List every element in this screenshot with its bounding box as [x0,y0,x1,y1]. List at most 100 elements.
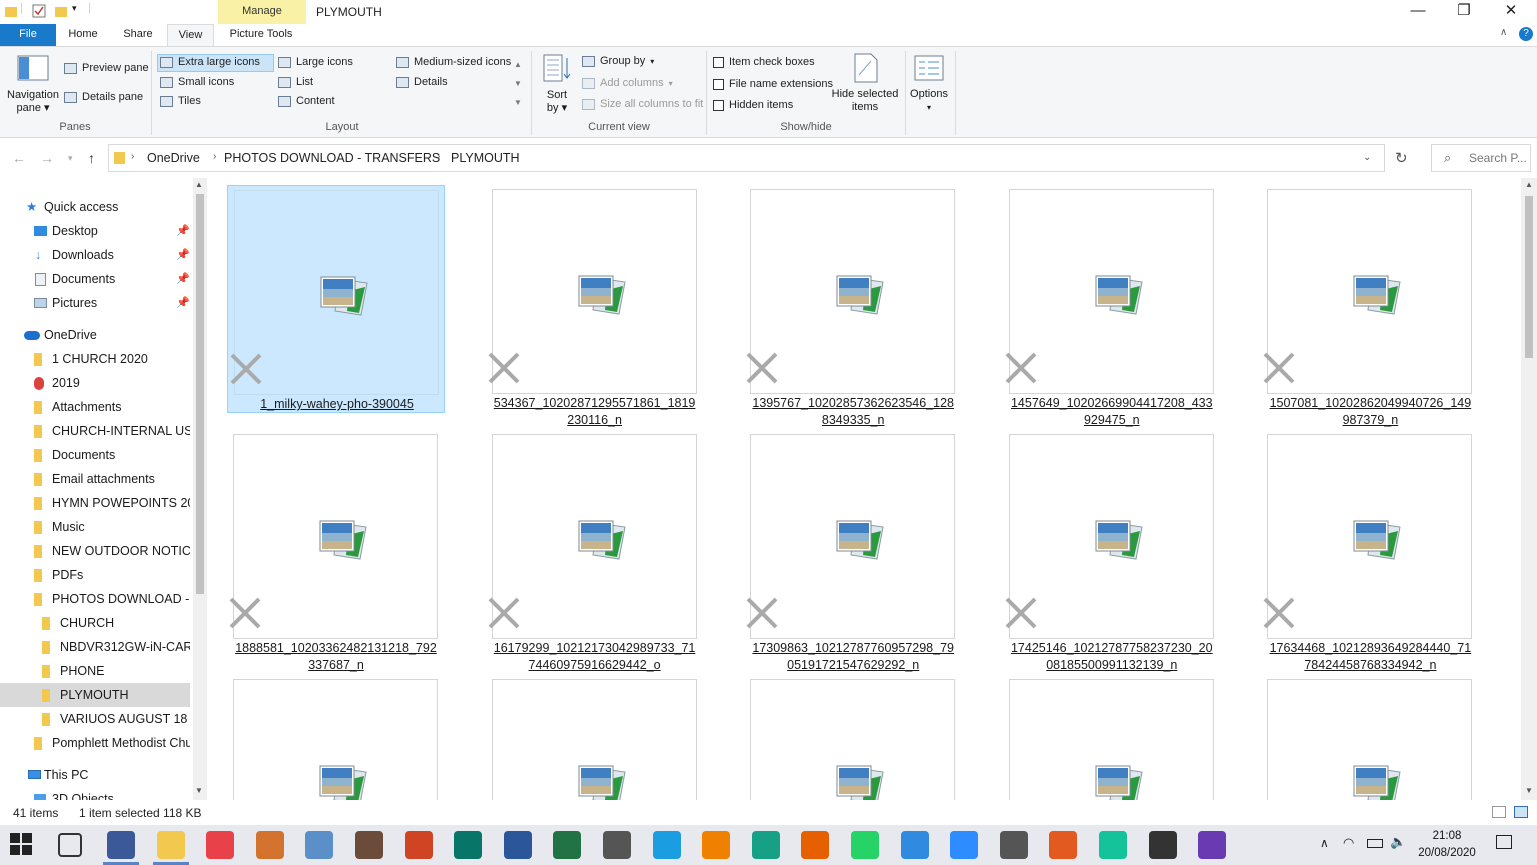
file-thumbnail[interactable] [234,190,439,395]
control-panel-icon[interactable] [305,831,334,859]
layout-extra-large-icons[interactable]: Extra large icons [160,56,260,68]
powerpoint-icon[interactable] [404,831,433,859]
notepad-icon[interactable] [603,831,631,859]
file-thumbnail[interactable] [1008,434,1214,639]
file-tile[interactable]: 1457649_10202669904417208_433 929475_n [1003,185,1221,427]
file-name[interactable]: 1457649_10202669904417208_433 929475_n [1003,395,1221,429]
back-arrow-icon[interactable]: ← [12,150,26,166]
file-thumbnail[interactable] [1267,434,1473,639]
phone-app-icon[interactable] [900,831,929,859]
sort-icon[interactable] [543,54,571,87]
onenote-icon[interactable] [1049,831,1078,859]
show-hidden-icons-icon[interactable]: ∧ [1320,836,1329,850]
help-icon[interactable]: ? [1519,27,1533,41]
file-tile[interactable] [744,675,962,800]
layout-tiles[interactable]: Tiles [160,95,201,107]
hide-selected-icon[interactable] [853,53,879,86]
pen-icon[interactable] [1198,831,1227,859]
tab-picture-tools[interactable]: Picture Tools [222,24,300,46]
file-name[interactable]: 1395767_10202857362623546_128 8349335_n [744,395,962,429]
vlc-icon[interactable] [702,831,731,859]
forward-arrow-icon[interactable]: → [40,150,54,166]
layout-content[interactable]: Content [278,95,335,107]
file-tile[interactable] [1261,675,1479,800]
sidebar-item-this-pc[interactable]: This PC [0,763,190,787]
options-button[interactable]: Options ▾ [906,88,952,114]
file-thumbnail[interactable] [1008,679,1214,800]
app-calendar-icon[interactable] [206,831,235,859]
address-box[interactable]: › OneDrive › PHOTOS DOWNLOAD - TRANSFERS… [108,144,1385,172]
file-thumbnail[interactable] [233,679,438,800]
edge-icon[interactable] [652,831,681,859]
item-check-boxes-toggle[interactable]: Item check boxes [713,56,815,68]
file-name-extensions-toggle[interactable]: File name extensions [713,78,833,90]
content-scroll-thumb[interactable] [1525,196,1533,358]
file-name[interactable]: 1888581_10203362482131218_792 337687_n [227,640,445,674]
sidebar-item-onedrive[interactable]: OneDrive [0,323,190,347]
restore-button[interactable]: ❐ [1441,0,1487,24]
navigation-pane-icon[interactable] [17,55,49,86]
app-icon[interactable] [1148,831,1177,859]
file-tile[interactable]: 1507081_10202862049940726_149 987379_n [1261,185,1479,427]
grammarly-icon[interactable] [1099,831,1127,859]
breadcrumb-photos-download[interactable]: PHOTOS DOWNLOAD - TRANSFERS [224,151,440,165]
wifi-icon[interactable]: ◠ [1343,835,1354,851]
layout-list[interactable]: List [278,76,313,88]
sidebar-item-folder[interactable]: CHURCH-INTERNAL USE [0,419,190,443]
sidebar-item-folder[interactable]: PHOTOS DOWNLOAD - T [0,587,190,611]
scroll-up-icon[interactable]: ▲ [195,180,203,189]
layout-small-icons[interactable]: Small icons [160,76,234,88]
sidebar-item-desktop[interactable]: Desktop 📌 [0,219,190,243]
layout-details[interactable]: Details [396,76,448,88]
hidden-items-checkbox[interactable] [713,99,724,111]
pin-icon[interactable]: 📌 [176,243,190,267]
layout-medium-icons[interactable]: Medium-sized icons [396,56,511,68]
navigation-pane-button[interactable]: Navigation pane ▾ [4,89,62,115]
breadcrumb-plymouth[interactable]: PLYMOUTH [451,151,520,165]
properties-icon[interactable] [32,4,46,18]
refresh-icon[interactable]: ↻ [1395,149,1408,167]
hidden-items-toggle[interactable]: Hidden items [713,99,793,111]
sidebar-scrollbar[interactable]: ▲ ▼ [193,178,207,800]
notifications-icon[interactable] [1496,835,1512,849]
file-thumbnail[interactable] [491,434,697,639]
sidebar-item-folder[interactable]: Pomphlett Methodist Chu [0,731,190,755]
sidebar-item-folder[interactable]: PHONE [0,659,190,683]
sidebar-item-folder[interactable]: Attachments [0,395,190,419]
add-columns-button[interactable]: Add columns ▾ [582,77,673,89]
sidebar-item-folder[interactable]: HYMN POWEPOINTS 20 [0,491,190,515]
group-by-button[interactable]: Group by ▾ [582,55,654,67]
task-view-icon[interactable] [58,833,82,857]
calculator-icon[interactable] [107,831,135,859]
sidebar-item-downloads[interactable]: ↓ Downloads 📌 [0,243,190,267]
file-thumbnail[interactable] [233,434,438,639]
file-name[interactable]: 1_milky-wahey-pho-390045 [228,396,446,413]
file-name[interactable]: 17634468_10212893649284440_71 78424458768… [1261,640,1479,674]
details-pane-button[interactable]: Details pane [64,91,143,103]
tab-share[interactable]: Share [115,24,161,46]
whatsapp-icon[interactable] [851,831,879,859]
file-thumbnail[interactable] [1008,189,1214,394]
pin-icon[interactable]: 📌 [176,267,190,291]
sort-by-button[interactable]: Sort by ▾ [540,89,574,115]
sidebar-item-3d-objects[interactable]: 3D Objects [0,787,190,800]
camera-icon[interactable] [999,831,1028,859]
file-thumbnail[interactable] [1267,679,1473,800]
file-name-extensions-checkbox[interactable] [713,78,724,90]
file-tile[interactable]: 17425146_10212787758237230_20 08185500991… [1003,430,1221,672]
content-scrollbar[interactable]: ▲ ▼ [1521,178,1537,800]
file-tile[interactable]: 16179299_10212173042989733_71 74460975916… [486,430,704,672]
file-tile[interactable]: 534367_10202871295571861_1819 230116_n [486,185,704,427]
tab-file[interactable]: File [0,24,56,46]
file-tile[interactable]: 17309863_10212787760957298_79 05191721547… [744,430,962,672]
firefox-icon[interactable] [801,831,830,859]
preview-pane-button[interactable]: Preview pane [64,62,149,74]
file-thumbnail[interactable] [1267,189,1473,394]
file-tile[interactable] [227,675,445,800]
layout-large-icons[interactable]: Large icons [278,56,353,68]
tab-view[interactable]: View [167,24,214,46]
sidebar-item-folder[interactable]: CHURCH [0,611,190,635]
sidebar-item-folder[interactable]: Music [0,515,190,539]
recent-locations-icon[interactable]: ▾ [68,153,73,164]
sidebar-item-folder[interactable]: NBDVR312GW-iN-CAR [0,635,190,659]
